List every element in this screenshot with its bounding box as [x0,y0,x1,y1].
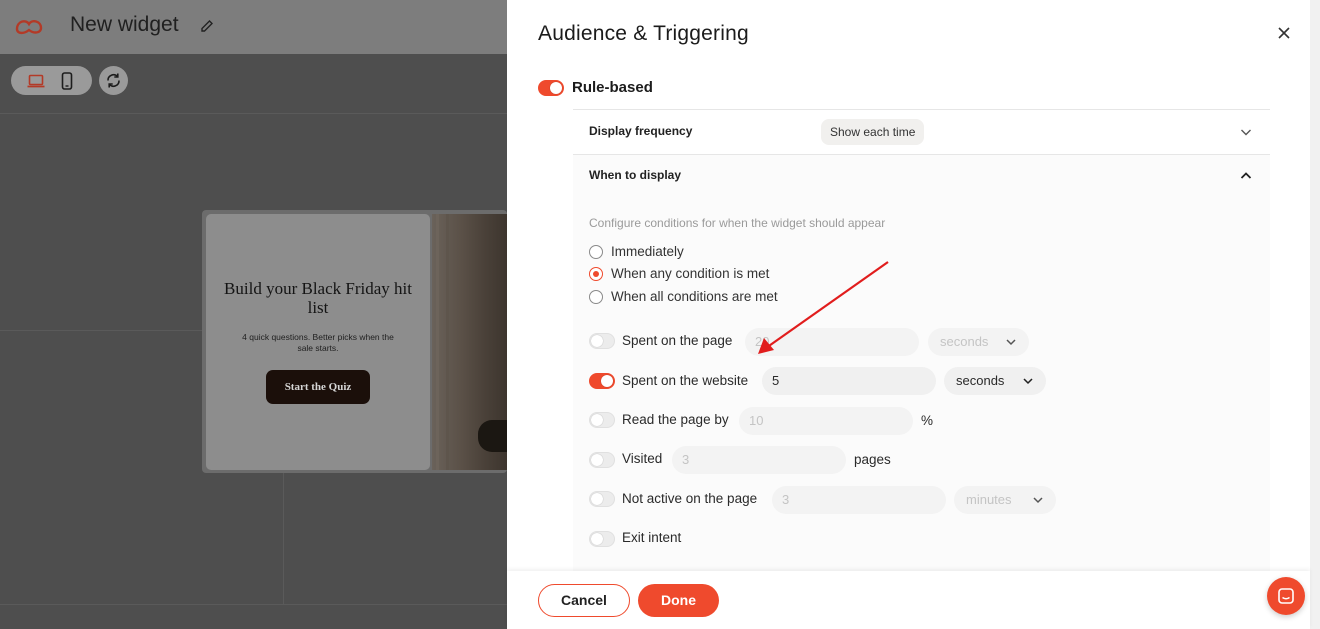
grid-line [0,330,202,331]
read-page-suffix: % [921,413,934,428]
spent-on-page-unit-select[interactable]: seconds [928,328,1029,356]
spent-on-page-toggle[interactable] [589,333,615,349]
when-to-display-description: Configure conditions for when the widget… [589,216,886,230]
preview-cta-button[interactable]: Start the Quiz [266,370,370,404]
toggle-knob [591,493,603,505]
chevron-down-icon [1023,378,1033,385]
editor-topbar: New widget [0,0,507,54]
exit-intent-toggle[interactable] [589,531,615,547]
scrollbar[interactable] [1310,0,1320,629]
spent-on-website-unit-select[interactable]: seconds [944,367,1046,395]
chevron-up-icon[interactable] [1239,169,1253,183]
divider [573,109,1270,110]
display-frequency-label: Display frequency [589,124,693,138]
refresh-icon [107,73,120,88]
laptop-icon[interactable] [26,71,46,91]
chat-button[interactable] [1267,577,1305,615]
chevron-down-icon[interactable] [1239,125,1253,139]
preview-image-detail [436,214,439,470]
visited-input[interactable]: 3 [672,446,846,474]
grid-line [0,604,507,605]
grid-line [0,113,507,114]
toggle-knob [601,375,613,387]
annotation-arrow [758,261,889,354]
preview-image-detail [446,214,449,470]
chevron-down-icon [1006,339,1016,346]
done-button[interactable]: Done [638,584,719,617]
toggle-knob [550,82,562,94]
read-page-toggle[interactable] [589,412,615,428]
refresh-button[interactable] [99,66,128,95]
phone-icon[interactable] [57,71,77,91]
unit-value: minutes [966,492,1012,507]
unit-value: seconds [956,373,1005,388]
not-active-label: Not active on the page [622,491,758,506]
preview-heading: Build your Black Friday hit list [224,279,412,317]
close-icon[interactable] [1275,24,1293,42]
panel-title: Audience & Triggering [538,22,749,45]
read-page-label: Read the page by [622,412,729,427]
chevron-down-icon [1033,497,1043,504]
widget-preview-card[interactable]: Build your Black Friday hit list 4 quick… [206,214,430,470]
read-page-input[interactable]: 10 [739,407,913,435]
when-to-display-label: When to display [589,168,682,182]
not-active-input[interactable]: 3 [772,486,946,514]
toggle-knob [591,335,603,347]
visited-toggle[interactable] [589,452,615,468]
radio-immediately[interactable] [589,245,603,259]
visited-suffix: pages [854,452,891,467]
spent-on-page-label: Spent on the page [622,333,733,348]
not-active-unit-select[interactable]: minutes [954,486,1056,514]
visited-label: Visited [622,451,663,466]
grid-line [283,473,284,604]
spent-on-website-input[interactable]: 5 [762,367,936,395]
toggle-knob [591,414,603,426]
widget-title[interactable]: New widget [70,13,179,37]
chat-icon [1278,588,1294,604]
display-frequency-select[interactable]: Show each time [821,119,925,145]
edit-icon[interactable] [199,18,215,34]
cancel-button[interactable]: Cancel [538,584,630,617]
radio-any-condition[interactable] [589,267,603,281]
exit-intent-label: Exit intent [622,530,682,545]
preview-subtext: 4 quick questions. Better picks when the… [242,332,394,353]
not-active-toggle[interactable] [589,491,615,507]
rule-based-label: Rule-based [572,79,653,96]
toggle-knob [591,454,603,466]
radio-label: Immediately [611,244,684,259]
radio-label: When any condition is met [611,266,770,281]
device-toggle [11,66,92,95]
rule-based-toggle[interactable] [538,80,564,96]
unit-value: seconds [940,334,989,349]
toggle-knob [591,533,603,545]
logo-icon [15,20,43,35]
preview-image-detail [478,420,507,452]
radio-all-conditions[interactable] [589,290,603,304]
spent-on-website-toggle[interactable] [589,373,615,389]
spent-on-website-label: Spent on the website [622,373,749,388]
